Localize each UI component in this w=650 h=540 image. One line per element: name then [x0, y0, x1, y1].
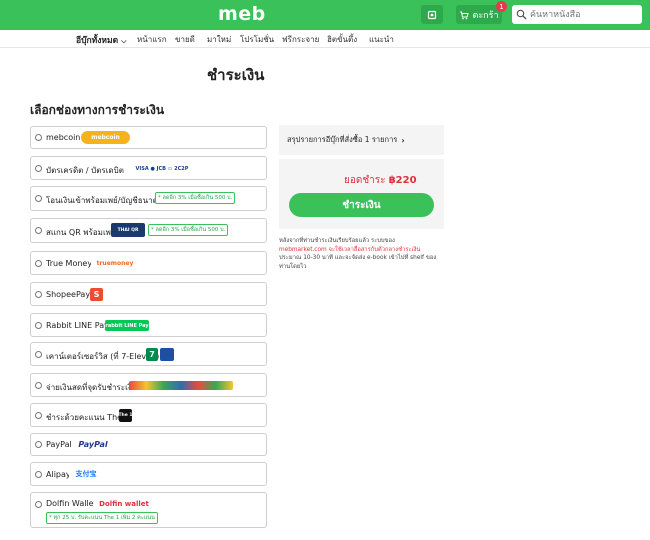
radio-button[interactable]	[35, 291, 42, 298]
cart-icon	[460, 11, 470, 19]
paypal-logo: PayPal	[72, 438, 114, 451]
mebcoin-logo: mebcoin	[81, 131, 130, 144]
payment-option-label: โอนเงินเข้าพร้อมเพย์/บัญชีธนาคาร	[46, 196, 167, 205]
payment-option-alipay[interactable]: Alipay 支付宝	[30, 462, 267, 486]
total-amount: ยอดชำระ ฿220	[344, 173, 417, 188]
rabbit-line-pay-logo: rabbit LINE Pay	[105, 320, 149, 331]
cart-count-badge: 1	[496, 1, 507, 12]
payment-option-truemoney[interactable]: True Money truemoney	[30, 251, 267, 275]
the1-points-badge: * ทุก 25 บ. รับคะแนน The 1 เพิ่ม 2 คะแนน	[46, 512, 158, 524]
order-summary-toggle[interactable]: สรุปรายการอีบุ๊กที่สั่งซื้อ 1 รายการ ›	[279, 125, 444, 155]
payment-option-rabbit-line-pay[interactable]: Rabbit LINE Pay rabbit LINE Pay	[30, 313, 267, 337]
pay-button[interactable]: ชำระเงิน	[289, 193, 434, 217]
payment-option-card[interactable]: บัตรเครดิต / บัตรเดบิต VISA ● JCB ▭ 2C2P	[30, 156, 267, 180]
total-label: ยอดชำระ	[344, 175, 386, 186]
total-value: ฿220	[388, 175, 417, 186]
radio-button[interactable]	[35, 412, 42, 419]
payment-option-label: จ่ายเงินสดที่จุดรับชำระเงิน	[46, 383, 138, 392]
payment-option-label: ชำระด้วยคะแนน The 1	[46, 413, 130, 422]
nav-all-ebooks-label: อีบุ๊กทั้งหมด	[76, 36, 119, 46]
payment-option-qr[interactable]: สแกน QR พร้อมเพย์ THAI QR * ลดอีก 3% เมื…	[30, 218, 267, 243]
radio-button[interactable]	[35, 441, 42, 448]
radio-button[interactable]	[35, 227, 42, 234]
radio-button[interactable]	[35, 195, 42, 202]
order-summary-label: สรุปรายการอีบุ๊กที่สั่งซื้อ 1 รายการ	[287, 135, 398, 144]
radio-button[interactable]	[35, 382, 42, 389]
radio-button[interactable]	[35, 134, 42, 141]
radio-button[interactable]	[35, 165, 42, 172]
payment-option-paypal[interactable]: PayPal PayPal	[30, 433, 267, 456]
seven-eleven-logo: 7	[146, 348, 158, 361]
meb-logo[interactable]: meb	[218, 3, 266, 25]
payment-option-counter-service[interactable]: เคาน์เตอร์เซอร์วิส (ที่ 7-Eleven) 7	[30, 342, 267, 366]
cart-label: ตะกร้า	[472, 10, 499, 21]
top-bar: meb ตะกร้า 1	[0, 0, 650, 30]
chevron-down-icon: ⌵	[121, 37, 127, 45]
thai-qr-logo: THAI QR	[111, 223, 145, 237]
payment-option-bank-transfer[interactable]: โอนเงินเข้าพร้อมเพย์/บัญชีธนาคาร * ลดอีก…	[30, 186, 267, 211]
note-line-4: ท่านโดยไว	[279, 264, 307, 271]
delivery-note: หลังจากที่ท่านชำระเงินเรียบร้อยแล้ว ระบบ…	[279, 237, 449, 272]
payment-section-title: เลือกช่องทางการชำระเงิน	[30, 103, 165, 117]
nav-item-hit[interactable]: ฮิตขั้นตึ้ง	[327, 33, 357, 46]
page-title: ชำระเงิน	[207, 66, 265, 84]
payment-counters-logos	[129, 381, 233, 390]
payment-option-label: PayPal	[46, 440, 72, 449]
alipay-logo: 支付宝	[69, 467, 103, 481]
payment-option-shopeepay[interactable]: ShopeePay S	[30, 282, 267, 306]
payment-option-dolfin[interactable]: Dolfin Wallet Dolfin wallet * ทุก 25 บ. …	[30, 492, 267, 528]
radio-button[interactable]	[35, 351, 42, 358]
payment-option-label: Dolfin Wallet	[46, 499, 97, 508]
nav-item-free[interactable]: ฟรีกระจาย	[282, 33, 319, 46]
card-brands-logo: VISA ● JCB ▭ 2C2P	[135, 164, 189, 173]
payment-option-label: สแกน QR พร้อมเพย์	[46, 228, 116, 237]
search-input[interactable]	[530, 9, 635, 20]
payment-option-the1[interactable]: ชำระด้วยคะแนน The 1 The 1	[30, 403, 267, 427]
radio-button[interactable]	[35, 501, 42, 508]
payment-option-label: Rabbit LINE Pay	[46, 321, 109, 330]
payment-option-cash-points[interactable]: จ่ายเงินสดที่จุดรับชำระเงิน	[30, 373, 267, 397]
radio-button[interactable]	[35, 260, 42, 267]
payment-option-mebcoin[interactable]: mebcoin mebcoin	[30, 126, 267, 149]
discount-badge: * ลดอีก 3% เมื่อซื้อเกิน 500 บ.	[148, 224, 229, 236]
dolfin-wallet-logo: Dolfin wallet	[94, 497, 154, 510]
library-icon	[427, 10, 437, 19]
library-button[interactable]	[421, 5, 443, 24]
payment-option-label: เคาน์เตอร์เซอร์วิส (ที่ 7-Eleven)	[46, 352, 160, 361]
nav-item-bestseller[interactable]: ขายดี	[175, 33, 195, 46]
note-line-3: ประมาณ 10-30 นาที และจะจัดส่ง e-book เข้…	[279, 255, 437, 262]
nav-item-promotion[interactable]: โปรโมชั่น	[240, 33, 274, 46]
the1-logo: The 1	[118, 409, 133, 422]
payment-option-label: บัตรเครดิต / บัตรเดบิต	[46, 166, 124, 175]
nav-all-ebooks[interactable]: อีบุ๊กทั้งหมด ⌵	[76, 33, 126, 47]
truemoney-logo: truemoney	[91, 257, 139, 270]
payment-summary-box: ยอดชำระ ฿220 ชำระเงิน	[279, 159, 444, 229]
cart-button[interactable]: ตะกร้า	[456, 5, 502, 24]
payment-option-label: Alipay	[46, 470, 71, 479]
note-line-2: mebmarket.com จะใช้เวลาสื่อสารกับตัวกลาง…	[279, 246, 421, 253]
category-nav: อีบุ๊กทั้งหมด ⌵ หน้าแรก ขายดี มาใหม่ โปร…	[0, 30, 650, 48]
nav-item-new[interactable]: มาใหม่	[207, 33, 231, 46]
counter-service-logo	[160, 348, 174, 361]
payment-option-label: ShopeePay	[46, 290, 91, 299]
nav-item-recommended[interactable]: แนะนำ	[369, 33, 394, 46]
search-box[interactable]	[512, 5, 642, 24]
payment-option-label: True Money	[46, 259, 93, 268]
note-line-1: หลังจากที่ท่านชำระเงินเรียบร้อยแล้ว ระบบ…	[279, 238, 395, 244]
radio-button[interactable]	[35, 322, 42, 329]
discount-badge: * ลดอีก 3% เมื่อซื้อเกิน 500 บ.	[155, 192, 236, 204]
nav-item-home[interactable]: หน้าแรก	[137, 33, 167, 46]
payment-option-label: mebcoin	[46, 133, 81, 142]
chevron-right-icon: ›	[401, 135, 405, 145]
shopeepay-logo: S	[90, 288, 103, 301]
radio-button[interactable]	[35, 471, 42, 478]
search-icon	[516, 9, 527, 20]
